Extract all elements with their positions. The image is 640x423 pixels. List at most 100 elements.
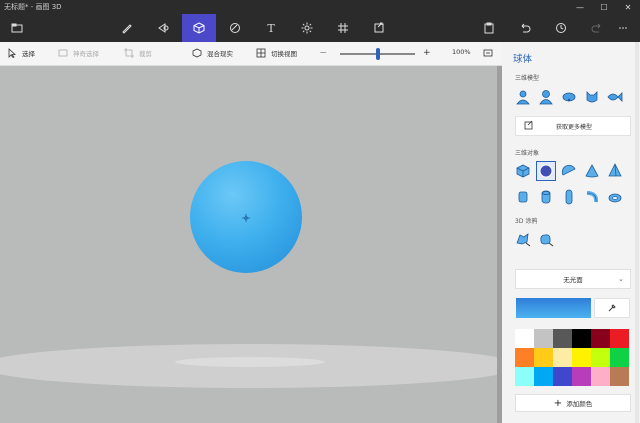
shapes-2d-icon: [158, 23, 169, 33]
soft-doodle-icon: [540, 234, 554, 247]
pyramid-button[interactable]: [606, 162, 624, 180]
color-swatch[interactable]: [534, 329, 553, 348]
color-swatch[interactable]: [515, 329, 534, 348]
color-swatch[interactable]: [610, 348, 629, 367]
add-color-button[interactable]: + 添加颜色: [515, 394, 631, 412]
color-swatch[interactable]: [572, 329, 591, 348]
zoom-in-button[interactable]: +: [423, 48, 431, 58]
chevron-down-icon: ⌄: [618, 275, 624, 283]
menu-button[interactable]: [0, 14, 34, 42]
mixed-reality-button[interactable]: 混合现实: [192, 48, 233, 58]
select-button[interactable]: 选择: [7, 48, 35, 58]
remix-icon: [374, 22, 384, 33]
history-button[interactable]: [544, 14, 578, 42]
color-swatch[interactable]: [610, 367, 629, 386]
cat-model-button[interactable]: [583, 88, 601, 106]
zoom-options-button[interactable]: [483, 48, 493, 58]
color-swatch[interactable]: [515, 367, 534, 386]
2d-shapes-tool[interactable]: [146, 14, 180, 42]
curved-tube-button[interactable]: [583, 188, 601, 206]
color-palette: [515, 329, 629, 386]
sharp-doodle-button[interactable]: [514, 230, 532, 248]
pyramid-icon: [608, 163, 622, 177]
fit-view-icon: [483, 49, 493, 57]
color-swatch[interactable]: [553, 348, 572, 367]
sphere-icon: [539, 164, 553, 178]
object-row-1: [514, 161, 624, 181]
canvas-floor-highlight: [175, 357, 325, 367]
color-swatch[interactable]: [591, 367, 610, 386]
history-icon: [556, 23, 566, 33]
3d-shapes-tool[interactable]: [182, 14, 216, 42]
crop-button[interactable]: 裁剪: [124, 48, 152, 58]
color-swatch[interactable]: [591, 329, 610, 348]
close-button[interactable]: ✕: [616, 0, 640, 14]
mixed-reality-label: 混合现实: [207, 50, 233, 58]
canvas-toolbar: 选择 神奇选择 裁剪 混合现实 切换视图 — + 100%: [0, 42, 502, 66]
more-button[interactable]: [606, 14, 640, 42]
undo-button[interactable]: [508, 14, 542, 42]
dog-icon: [562, 92, 576, 102]
view-3d-button[interactable]: 切换视图: [256, 48, 297, 58]
sharp-doodle-icon: [516, 233, 531, 247]
hemisphere-icon: [561, 164, 576, 176]
fish-model-button[interactable]: [606, 88, 624, 106]
3d-canvas[interactable]: [0, 66, 502, 423]
woman-icon: [539, 90, 553, 105]
view-3d-label: 切换视图: [271, 50, 297, 58]
cube-button[interactable]: [514, 162, 532, 180]
hemisphere-button[interactable]: [560, 162, 578, 180]
soft-doodle-button[interactable]: [537, 230, 555, 248]
minimize-button[interactable]: —: [568, 0, 592, 14]
material-select[interactable]: 无光面 ⌄: [515, 269, 631, 289]
object-row-2: [514, 188, 624, 206]
zoom-out-button[interactable]: —: [320, 48, 327, 56]
color-swatch[interactable]: [534, 348, 553, 367]
current-color-swatch[interactable]: [516, 298, 591, 318]
color-swatch[interactable]: [515, 348, 534, 367]
move-crosshair-icon[interactable]: [242, 214, 250, 222]
brushes-tool[interactable]: [110, 14, 144, 42]
folder-icon: [11, 23, 23, 33]
capsule-button[interactable]: [560, 188, 578, 206]
can-button[interactable]: [514, 188, 532, 206]
color-swatch[interactable]: [572, 367, 591, 386]
fish-icon: [607, 92, 623, 102]
panel-scrollbar[interactable]: [635, 42, 639, 423]
zoom-slider-thumb[interactable]: [375, 48, 380, 60]
add-color-label: 添加颜色: [566, 400, 593, 408]
color-swatch[interactable]: [553, 329, 572, 348]
sphere-button[interactable]: [536, 161, 556, 181]
color-swatch[interactable]: [591, 348, 610, 367]
zoom-slider[interactable]: [340, 48, 415, 60]
color-swatch[interactable]: [553, 367, 572, 386]
cursor-icon: [8, 48, 17, 58]
grid-view-icon: [256, 48, 266, 58]
minus-icon: —: [320, 48, 327, 56]
doodle-row: [514, 230, 555, 248]
dog-model-button[interactable]: [560, 88, 578, 106]
magic-select-button[interactable]: 神奇选择: [58, 48, 99, 58]
color-swatch[interactable]: [534, 367, 553, 386]
paste-button[interactable]: [472, 14, 506, 42]
eyedropper-button[interactable]: [594, 298, 630, 318]
maximize-button[interactable]: ☐: [592, 0, 616, 14]
crop-icon: [124, 48, 134, 58]
remix-icon: [524, 120, 538, 132]
remix3d-tool[interactable]: [362, 14, 396, 42]
stickers-tool[interactable]: [218, 14, 252, 42]
woman-model-button[interactable]: [537, 88, 555, 106]
effects-tool[interactable]: [290, 14, 324, 42]
get-more-models-button[interactable]: 获取更多模型: [515, 116, 631, 136]
color-swatch[interactable]: [610, 329, 629, 348]
canvas-tool[interactable]: [326, 14, 360, 42]
eyedropper-icon: [608, 304, 616, 312]
color-swatch[interactable]: [572, 348, 591, 367]
cone-button[interactable]: [583, 162, 601, 180]
cylinder-button[interactable]: [537, 188, 555, 206]
text-tool[interactable]: T: [254, 14, 288, 42]
man-model-button[interactable]: [514, 88, 532, 106]
section-3d-objects: 三维对象: [515, 150, 540, 157]
clipboard-icon: [484, 22, 494, 34]
torus-button[interactable]: [606, 188, 624, 206]
